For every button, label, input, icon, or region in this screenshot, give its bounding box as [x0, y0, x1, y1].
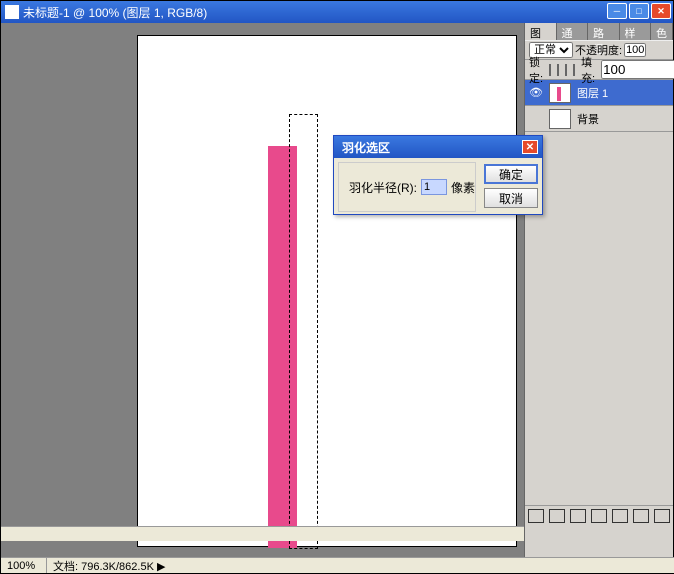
close-button[interactable]: ✕	[651, 3, 671, 19]
tab-paths[interactable]: 路径	[588, 23, 620, 40]
layer-item-1[interactable]: 👁 图层 1	[525, 80, 673, 106]
layers-footer	[525, 505, 673, 525]
layer-thumbnail	[549, 83, 571, 103]
lock-transparency-icon[interactable]	[549, 64, 551, 76]
doc-size: 796.3K/862.5K	[81, 561, 154, 573]
dialog-title-bar[interactable]: 羽化选区 ✕	[334, 136, 542, 158]
canvas-area[interactable]	[1, 23, 525, 557]
title-bar: 未标题-1 @ 100% (图层 1, RGB/8) ─ □ ✕	[1, 1, 673, 23]
horizontal-scrollbar[interactable]	[1, 526, 525, 541]
lock-label: 锁定:	[529, 54, 543, 86]
marquee-selection	[289, 114, 318, 549]
layer-thumbnail	[549, 109, 571, 129]
ok-button[interactable]: 确定	[484, 164, 538, 184]
panel-tabs: 图层 通道 路径 样式 色	[525, 23, 673, 40]
document-info: 文档: 796.3K/862.5K ▶	[47, 558, 165, 574]
window-title: 未标题-1 @ 100% (图层 1, RGB/8)	[23, 4, 207, 21]
zoom-level[interactable]: 100%	[5, 558, 47, 573]
visibility-icon[interactable]	[529, 112, 543, 126]
chevron-right-icon[interactable]: ▶	[157, 561, 165, 573]
unit-label: 像素	[451, 179, 475, 196]
dialog-content: 羽化半径(R): 像素	[338, 162, 476, 212]
main-window: 未标题-1 @ 100% (图层 1, RGB/8) ─ □ ✕ 100% 文档…	[0, 0, 674, 574]
adjustment-layer-icon[interactable]	[591, 509, 607, 523]
dialog-close-button[interactable]: ✕	[522, 140, 538, 154]
panels-sidebar: 图层 通道 路径 样式 色 正常 不透明度: 锁定: 填充: 👁	[524, 23, 673, 557]
new-layer-icon[interactable]	[633, 509, 649, 523]
layer-name: 背景	[577, 111, 599, 127]
lock-position-icon[interactable]	[565, 64, 567, 76]
cancel-button[interactable]: 取消	[484, 188, 538, 208]
layer-style-icon[interactable]	[549, 509, 565, 523]
layers-list: 👁 图层 1 背景	[525, 80, 673, 132]
fill-label: 填充:	[581, 54, 595, 86]
status-bar: 100% 文档: 796.3K/862.5K ▶	[1, 557, 674, 573]
blend-opacity-row: 正常 不透明度:	[525, 40, 673, 60]
document-canvas[interactable]	[137, 35, 517, 547]
visibility-icon[interactable]: 👁	[529, 86, 543, 100]
lock-row: 锁定: 填充:	[525, 60, 673, 80]
app-icon	[5, 5, 19, 19]
maximize-button[interactable]: □	[629, 3, 649, 19]
minimize-button[interactable]: ─	[607, 3, 627, 19]
tab-layers[interactable]: 图层	[525, 23, 557, 40]
dialog-title: 羽化选区	[342, 139, 390, 156]
layer-item-bg[interactable]: 背景	[525, 106, 673, 132]
radius-label: 羽化半径(R):	[349, 179, 417, 196]
link-layers-icon[interactable]	[528, 509, 544, 523]
new-group-icon[interactable]	[612, 509, 628, 523]
tab-colors[interactable]: 色	[651, 23, 673, 40]
fill-input[interactable]	[601, 60, 674, 79]
layer-mask-icon[interactable]	[570, 509, 586, 523]
lock-pixels-icon[interactable]	[557, 64, 559, 76]
tab-channels[interactable]: 通道	[557, 23, 589, 40]
radius-input[interactable]	[421, 179, 447, 195]
lock-all-icon[interactable]	[573, 64, 575, 76]
delete-layer-icon[interactable]	[654, 509, 670, 523]
opacity-input[interactable]	[624, 43, 646, 57]
feather-dialog: 羽化选区 ✕ 羽化半径(R): 像素 确定 取消	[333, 135, 543, 215]
layer-name: 图层 1	[577, 85, 608, 101]
doc-label: 文档:	[53, 561, 78, 573]
tab-styles[interactable]: 样式	[620, 23, 652, 40]
